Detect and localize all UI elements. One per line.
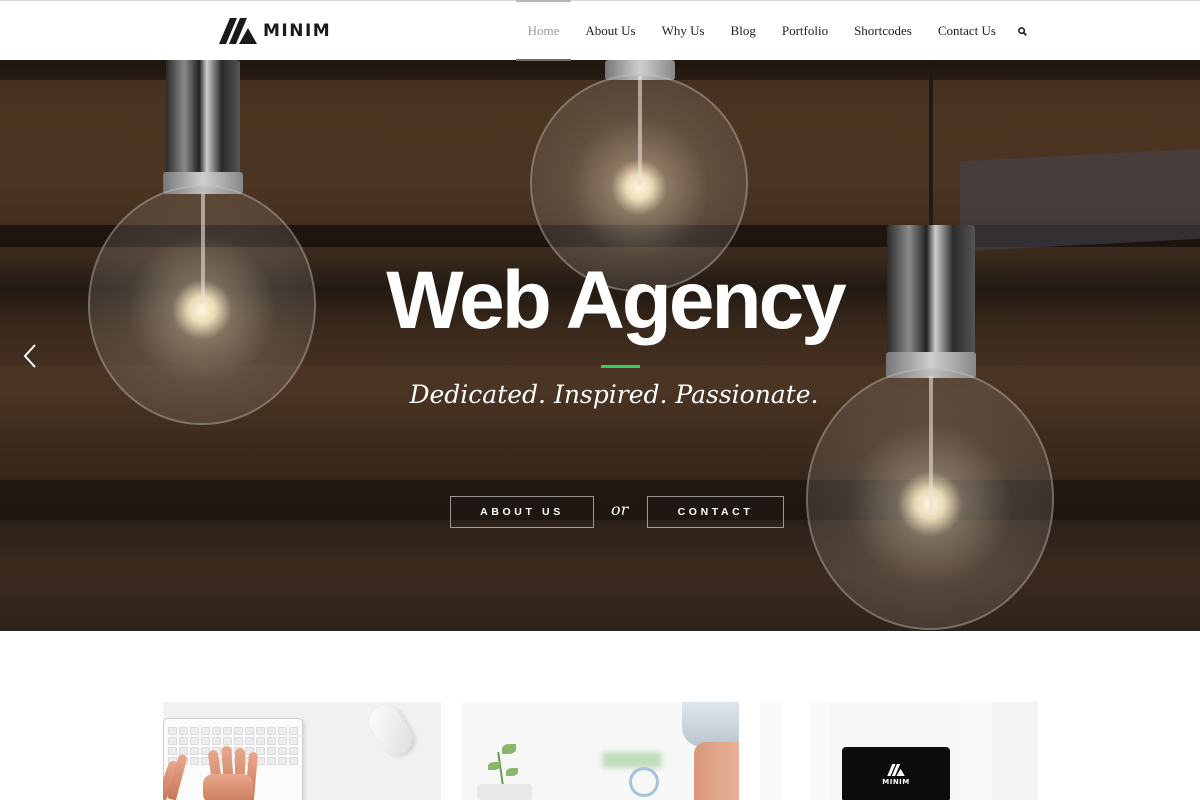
logo[interactable]: MINIM	[219, 18, 331, 44]
contact-button[interactable]: CONTACT	[647, 496, 784, 528]
hero-slider: Web Agency Dedicated. Inspired. Passiona…	[0, 60, 1200, 631]
chevron-left-icon	[23, 344, 36, 368]
cup-image	[629, 767, 659, 797]
hero-title: Web Agency	[386, 255, 847, 346]
or-separator: or	[611, 500, 629, 519]
logo-text: MINIM	[263, 21, 332, 41]
sleeve-image	[682, 702, 739, 747]
keyboard-typing-photo[interactable]	[163, 702, 441, 800]
search-button[interactable]	[1018, 1, 1030, 61]
mouse-image	[363, 702, 419, 761]
logo-mark-icon	[219, 18, 257, 44]
slider-prev-button[interactable]	[22, 343, 38, 369]
tablet-logo-text: MINIM	[882, 778, 910, 786]
desk-plant-photo[interactable]	[462, 702, 739, 800]
hero-content: Web Agency Dedicated. Inspired. Passiona…	[0, 60, 1200, 631]
nav-home[interactable]: Home	[515, 0, 572, 61]
hero-subtitle: Dedicated. Inspired. Passionate.	[409, 380, 819, 409]
hero-divider	[601, 365, 640, 368]
nav-contact-us[interactable]: Contact Us	[938, 1, 996, 61]
nav-shortcodes[interactable]: Shortcodes	[854, 1, 912, 61]
search-icon	[1018, 26, 1027, 36]
logo-mark-icon	[887, 764, 905, 776]
about-us-button[interactable]: ABOUT US	[450, 496, 594, 528]
nav-why-us[interactable]: Why Us	[662, 1, 705, 61]
tablet-image: MINIM	[842, 747, 950, 800]
tablet-logo-photo[interactable]: MINIM	[760, 702, 1038, 800]
main-nav: Home About Us Why Us Blog Portfolio Shor…	[502, 0, 1030, 61]
nav-portfolio[interactable]: Portfolio	[782, 1, 828, 61]
site-header: MINIM Home About Us Why Us Blog Portfoli…	[0, 0, 1200, 61]
nav-about-us[interactable]: About Us	[585, 1, 635, 61]
arm-image	[694, 742, 739, 800]
nav-blog[interactable]: Blog	[731, 1, 756, 61]
hand-image	[203, 774, 253, 800]
feature-cards: MINIM	[163, 702, 1038, 800]
